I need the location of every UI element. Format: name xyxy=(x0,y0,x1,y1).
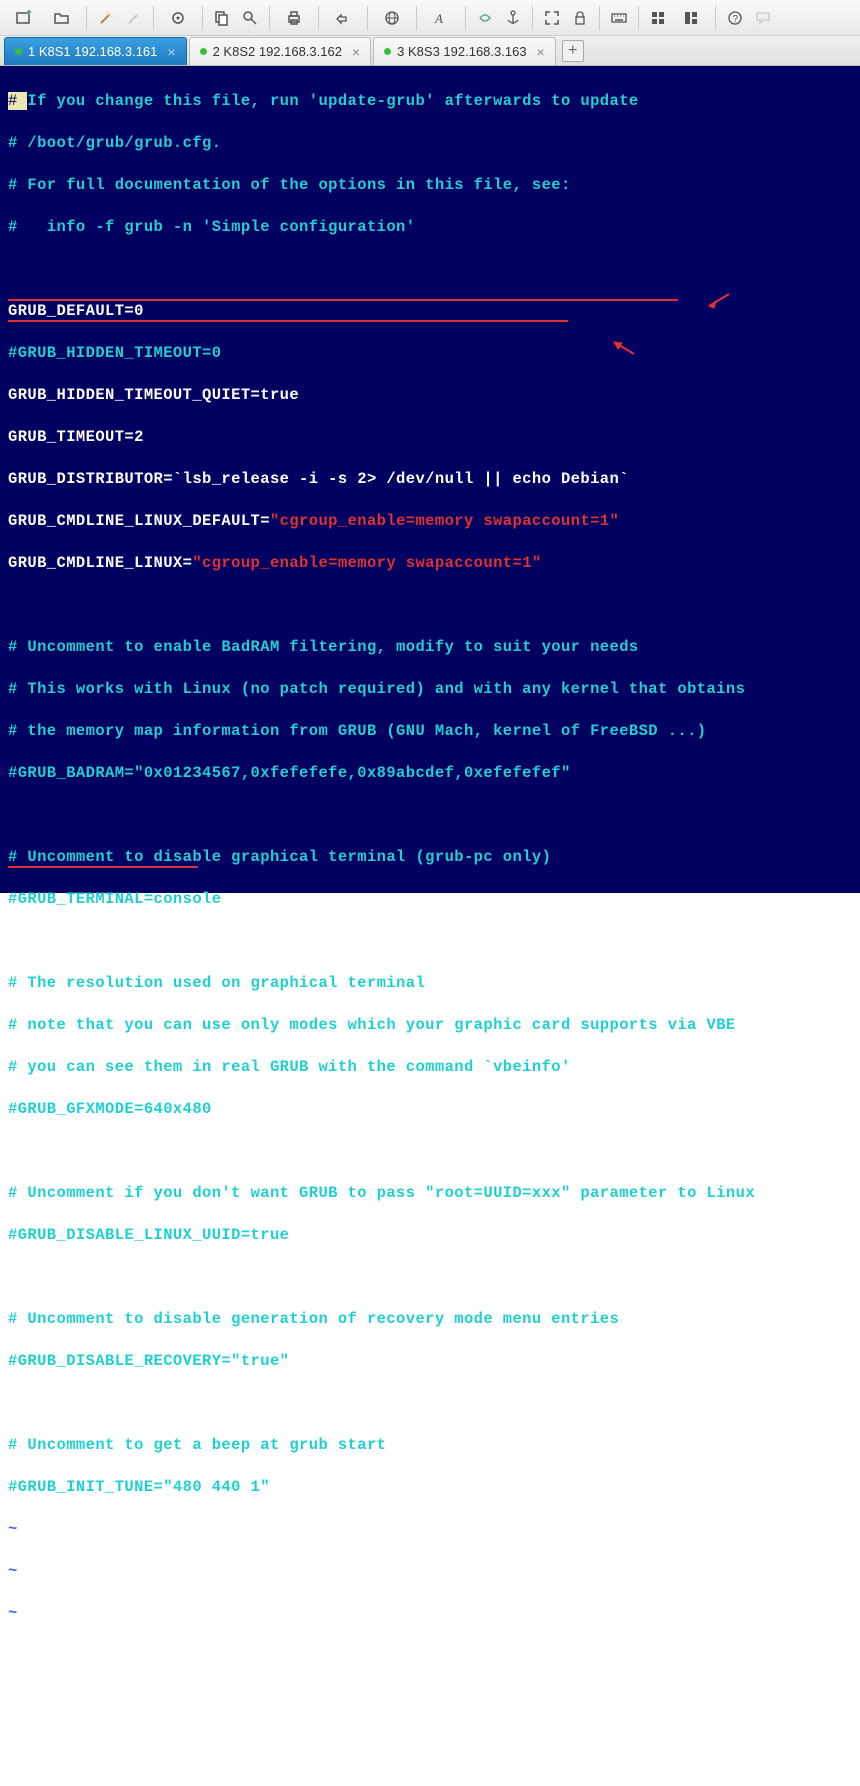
term-line: #GRUB_TERMINAL=console xyxy=(8,889,852,910)
term-line: #GRUB_DISABLE_LINUX_UUID=true xyxy=(8,1225,852,1246)
term-tilde: ~ xyxy=(8,1561,852,1582)
term-line xyxy=(8,805,852,826)
term-line: GRUB_CMDLINE_LINUX_DEFAULT="cgroup_enabl… xyxy=(8,511,852,532)
term-line: GRUB_TIMEOUT=2 xyxy=(8,427,852,448)
separator xyxy=(532,6,533,30)
term-line: # Uncomment to enable BadRAM filtering, … xyxy=(8,637,852,658)
separator xyxy=(638,6,639,30)
term-tilde: ~ xyxy=(8,1519,852,1540)
search-icon[interactable] xyxy=(237,5,263,31)
term-line: #GRUB_DISABLE_RECOVERY="true" xyxy=(8,1351,852,1372)
term-line: # Uncomment to get a beep at grub start xyxy=(8,1435,852,1456)
keyboard-icon[interactable] xyxy=(606,5,632,31)
separator xyxy=(202,6,203,30)
separator xyxy=(153,6,154,30)
term-tilde: ~ xyxy=(8,1603,852,1624)
term-line: # /boot/grub/grub.cfg. xyxy=(8,133,852,154)
terminal[interactable]: # If you change this file, run 'update-g… xyxy=(0,66,860,893)
transfer-icon[interactable] xyxy=(325,5,361,31)
wand-icon[interactable] xyxy=(93,5,119,31)
term-line: GRUB_HIDDEN_TIMEOUT_QUIET=true xyxy=(8,385,852,406)
copy-icon[interactable] xyxy=(209,5,235,31)
close-icon[interactable]: × xyxy=(352,44,360,60)
swirl-icon[interactable] xyxy=(472,5,498,31)
term-line xyxy=(8,931,852,952)
term-line: GRUB_DEFAULT=0 xyxy=(8,301,852,322)
help-icon[interactable]: ? xyxy=(722,5,748,31)
term-line: GRUB_DISTRIBUTOR=`lsb_release -i -s 2> /… xyxy=(8,469,852,490)
term-line xyxy=(8,259,852,280)
term-line xyxy=(8,595,852,616)
lock-icon[interactable] xyxy=(567,5,593,31)
term-line xyxy=(8,1645,852,1666)
term-line: # For full documentation of the options … xyxy=(8,175,852,196)
tab-label: 1 K8S1 192.168.3.161 xyxy=(28,44,157,59)
tab-k8s1[interactable]: 1 K8S1 192.168.3.161 × xyxy=(4,37,187,65)
separator xyxy=(269,6,270,30)
toolbar: A ? xyxy=(0,0,860,36)
print-icon[interactable] xyxy=(276,5,312,31)
separator xyxy=(416,6,417,30)
separator xyxy=(367,6,368,30)
grid-icon[interactable] xyxy=(645,5,671,31)
separator xyxy=(465,6,466,30)
status-dot-icon xyxy=(200,48,207,55)
term-line: # note that you can use only modes which… xyxy=(8,1015,852,1036)
separator xyxy=(599,6,600,30)
separator xyxy=(86,6,87,30)
reconnect-icon[interactable] xyxy=(121,5,147,31)
term-line: # Uncomment to disable generation of rec… xyxy=(8,1309,852,1330)
term-line: # The resolution used on graphical termi… xyxy=(8,973,852,994)
term-line: #GRUB_BADRAM="0x01234567,0xfefefefe,0x89… xyxy=(8,763,852,784)
term-line: # info -f grub -n 'Simple configuration' xyxy=(8,217,852,238)
status-dot-icon xyxy=(384,48,391,55)
close-icon[interactable]: × xyxy=(167,44,175,60)
term-line: # Uncomment to disable graphical termina… xyxy=(8,847,852,868)
separator xyxy=(715,6,716,30)
font-icon[interactable]: A xyxy=(423,5,459,31)
term-line xyxy=(8,1267,852,1288)
chat-icon[interactable] xyxy=(750,5,776,31)
term-line: # the memory map information from GRUB (… xyxy=(8,721,852,742)
cursor: # xyxy=(8,92,27,110)
anchor-icon[interactable] xyxy=(500,5,526,31)
term-line: #GRUB_HIDDEN_TIMEOUT=0 xyxy=(8,343,852,364)
globe-icon[interactable] xyxy=(374,5,410,31)
term-line: # Uncomment if you don't want GRUB to pa… xyxy=(8,1183,852,1204)
tab-k8s3[interactable]: 3 K8S3 192.168.3.163 × xyxy=(373,37,556,65)
term-line: # If you change this file, run 'update-g… xyxy=(8,91,852,112)
term-line xyxy=(8,1141,852,1162)
status-line: "/etc/default/grub" 34L, 1293C xyxy=(8,1687,852,1708)
settings-icon[interactable] xyxy=(160,5,196,31)
separator xyxy=(318,6,319,30)
svg-text:A: A xyxy=(434,11,443,26)
svg-text:?: ? xyxy=(733,14,739,25)
term-line: # This works with Linux (no patch requir… xyxy=(8,679,852,700)
folder-icon[interactable] xyxy=(44,5,80,31)
fullscreen-icon[interactable] xyxy=(539,5,565,31)
term-line: #GRUB_GFXMODE=640x480 xyxy=(8,1099,852,1120)
term-line: #GRUB_INIT_TUNE="480 440 1" xyxy=(8,1477,852,1498)
term-line: GRUB_CMDLINE_LINUX="cgroup_enable=memory… xyxy=(8,553,852,574)
new-session-icon[interactable] xyxy=(6,5,42,31)
term-line xyxy=(8,1393,852,1414)
tab-label: 3 K8S3 192.168.3.163 xyxy=(397,44,526,59)
close-icon[interactable]: × xyxy=(537,44,545,60)
term-line: # you can see them in real GRUB with the… xyxy=(8,1057,852,1078)
tab-bar: 1 K8S1 192.168.3.161 × 2 K8S2 192.168.3.… xyxy=(0,36,860,66)
layout-icon[interactable] xyxy=(673,5,709,31)
add-tab-button[interactable]: + xyxy=(562,40,584,62)
tab-label: 2 K8S2 192.168.3.162 xyxy=(213,44,342,59)
tab-k8s2[interactable]: 2 K8S2 192.168.3.162 × xyxy=(189,37,372,65)
status-dot-icon xyxy=(15,48,22,55)
